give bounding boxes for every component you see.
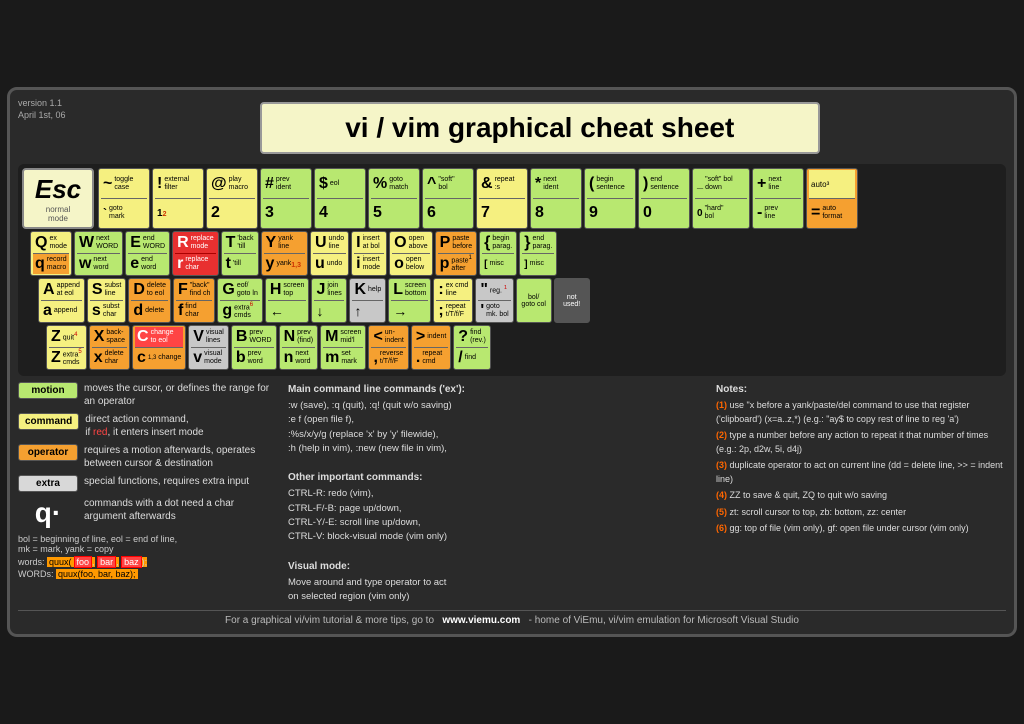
b-upper-key[interactable]: BprevWORD bprevword xyxy=(231,325,277,370)
extra-desc: special functions, requires extra input xyxy=(84,475,249,488)
percent-key[interactable]: %gotomatch 5 xyxy=(368,168,420,229)
star-key[interactable]: *nextident 8 xyxy=(530,168,582,229)
x-upper-key[interactable]: Xback-space xdeletechar xyxy=(89,325,130,370)
p-upper-key[interactable]: Ppastebefore ppaste1after xyxy=(435,231,478,276)
z-upper-key[interactable]: Zquit4 Zextra5cmds xyxy=(46,325,87,370)
e-upper-key[interactable]: EendWORD eendword xyxy=(125,231,170,276)
q-upper-key[interactable]: Qexmode qrecordmacro xyxy=(30,231,72,276)
g-upper-key[interactable]: Geof/goto ln gextra6cmds xyxy=(217,278,262,323)
command-desc: direct action command,if red, it enters … xyxy=(85,413,203,439)
i-upper-key[interactable]: Iinsertat bol iinsertmode xyxy=(351,231,387,276)
lbrace-key[interactable]: {beginparag. [misc xyxy=(479,231,517,276)
quote-key[interactable]: "reg. 1 'gotomk. bol xyxy=(475,278,513,323)
motion-desc: moves the cursor, or defines the range f… xyxy=(84,382,278,408)
cheatsheet-container: version 1.1 April 1st, 06 vi / vim graph… xyxy=(7,87,1017,637)
lt-key[interactable]: <un-indent ,reverset/T/f/F xyxy=(368,325,408,370)
command-badge: command xyxy=(18,413,79,430)
gt-key[interactable]: >indent .repeatcmd xyxy=(411,325,451,370)
page-title: vi / vim graphical cheat sheet xyxy=(262,112,818,144)
rparen-key[interactable]: )endsentence 0 xyxy=(638,168,690,229)
v-upper-key[interactable]: Vvisuallines vvisualmode xyxy=(188,325,229,370)
c-upper-key[interactable]: Cchangeto eol c1,3 change xyxy=(132,325,186,370)
h-upper-key[interactable]: Hscreentop ← xyxy=(265,278,310,323)
version-info: version 1.1 April 1st, 06 xyxy=(18,98,66,121)
operator-desc: requires a motion afterwards, operates b… xyxy=(84,444,278,470)
rbrace-key[interactable]: }endparag. ]misc xyxy=(519,231,557,276)
main-commands-section: Main command line commands ('ex'): :w (s… xyxy=(288,382,706,604)
underscore-key[interactable]: _"soft" boldown 0"hard"bol xyxy=(692,168,750,229)
motion-badge: motion xyxy=(18,382,78,399)
plus-key[interactable]: +nextline -prevline xyxy=(752,168,804,229)
title-box: vi / vim graphical cheat sheet xyxy=(260,102,820,154)
f-upper-key[interactable]: F"back"find ch ffindchar xyxy=(173,278,215,323)
s-upper-key[interactable]: Ssubstline ssubstchar xyxy=(87,278,126,323)
notused-key[interactable]: notused! xyxy=(554,278,590,323)
bottom-section: motion moves the cursor, or defines the … xyxy=(18,382,1006,604)
equals-key[interactable]: auto³ =autoformat xyxy=(806,168,858,229)
t-upper-key[interactable]: T'back'till t'till xyxy=(221,231,259,276)
at-key[interactable]: @playmacro 2 xyxy=(206,168,258,229)
dollar-key[interactable]: $eol 4 xyxy=(314,168,366,229)
esc-key[interactable]: Esc normalmode xyxy=(22,168,94,229)
l-upper-key[interactable]: Lscreenbottom → xyxy=(388,278,431,323)
bolgotocol-key[interactable]: bol/goto col xyxy=(516,278,552,323)
legend-section: motion moves the cursor, or defines the … xyxy=(18,382,278,604)
dotq-char: q· xyxy=(18,497,78,529)
n-upper-key[interactable]: Nprev(find) nnextword xyxy=(279,325,319,370)
hash-key[interactable]: #prevident 3 xyxy=(260,168,312,229)
exclaim-key[interactable]: !externalfilter 12 xyxy=(152,168,204,229)
esc-label: Esc xyxy=(35,174,81,205)
y-upper-key[interactable]: Yyankline yyank1,3 xyxy=(261,231,308,276)
j-upper-key[interactable]: Jjoinlines ↓ xyxy=(311,278,347,323)
d-upper-key[interactable]: Ddeleteto eol ddelete xyxy=(128,278,171,323)
m-upper-key[interactable]: Mscreenmid'l msetmark xyxy=(320,325,366,370)
operator-badge: operator xyxy=(18,444,78,461)
colon-key[interactable]: :ex cmdline ;repeatt/T/f/F xyxy=(433,278,473,323)
keyboard-area: Esc normalmode ~togglecase ` gotomark !e… xyxy=(18,164,1006,376)
footer: For a graphical vi/vim tutorial & more t… xyxy=(18,610,1006,626)
dotq-desc: commands with a dot need a char argument… xyxy=(84,497,278,523)
w-upper-key[interactable]: WnextWORD wnextword xyxy=(74,231,123,276)
caret-key[interactable]: ^"soft"bol 6 xyxy=(422,168,474,229)
tilde-key[interactable]: ~togglecase ` gotomark xyxy=(98,168,150,229)
bol-legend: bol = beginning of line, eol = end of li… xyxy=(18,534,278,554)
question-key[interactable]: ?find(rev.) /find xyxy=(453,325,491,370)
k-upper-key[interactable]: Khelp ↑ xyxy=(349,278,386,323)
notes-section: Notes: (1) use "x before a yank/paste/de… xyxy=(716,382,1006,604)
r-upper-key[interactable]: Rreplacemode rreplacechar xyxy=(172,231,219,276)
extra-badge: extra xyxy=(18,475,78,492)
amp-key[interactable]: &repeat:s 7 xyxy=(476,168,528,229)
lparen-key[interactable]: (beginsentence 9 xyxy=(584,168,636,229)
u-upper-key[interactable]: Uundoline uundo xyxy=(310,231,349,276)
a-upper-key[interactable]: Aappendat eol aappend xyxy=(38,278,85,323)
o-upper-key[interactable]: Oopenabove oopenbelow xyxy=(389,231,433,276)
